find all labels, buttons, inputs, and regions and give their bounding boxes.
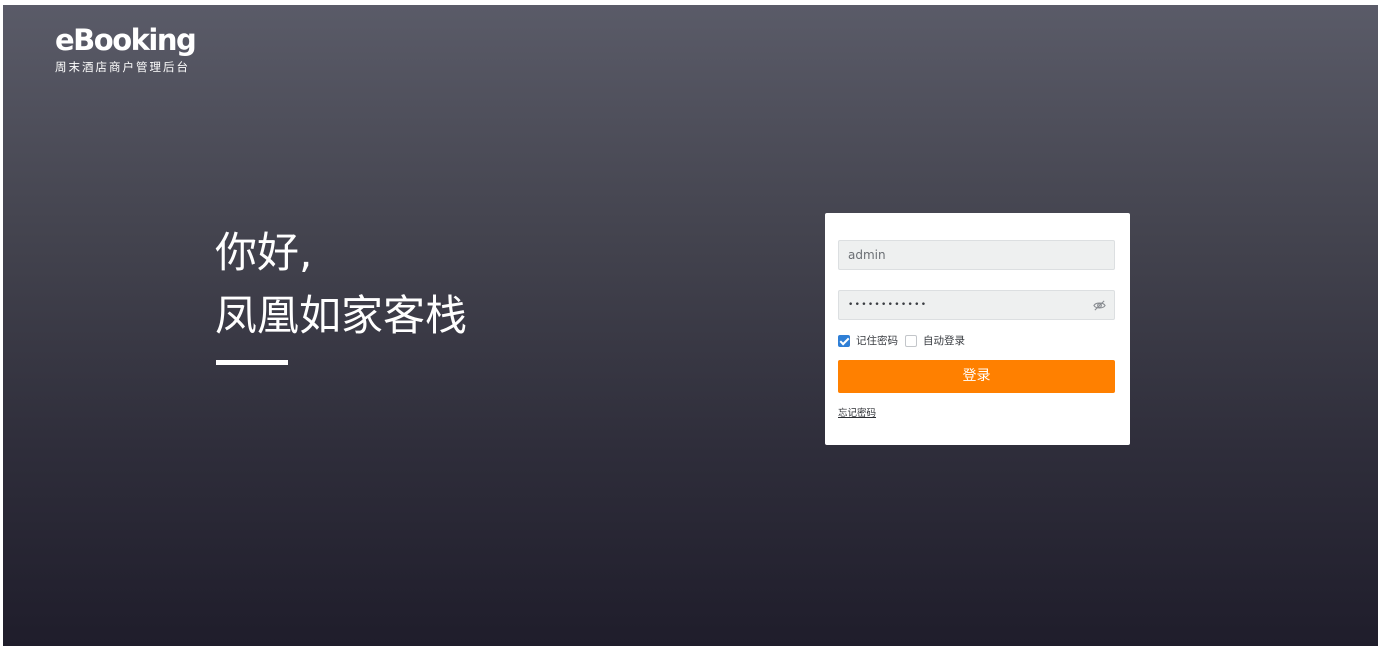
login-page: eBooking 周末酒店商户管理后台 你好, 凤凰如家客栈 记住密码 自动登录… [3, 5, 1378, 646]
username-input[interactable] [839, 241, 1088, 269]
greeting-underline [216, 360, 288, 365]
auto-login-checkbox[interactable] [905, 334, 917, 347]
greeting-line-1: 你好, [215, 228, 313, 277]
eye-slash-icon[interactable] [1093, 299, 1106, 312]
logo-text: eBooking [55, 23, 197, 57]
remember-password-label[interactable]: 记住密码 [856, 333, 898, 348]
login-options: 记住密码 自动登录 [838, 333, 972, 348]
greeting-text: 你好, 凤凰如家客栈 [215, 221, 467, 347]
login-button[interactable]: 登录 [838, 360, 1115, 393]
password-input[interactable] [839, 291, 1088, 319]
login-card: 记住密码 自动登录 登录 忘记密码 [825, 213, 1130, 445]
brand-logo: eBooking 周末酒店商户管理后台 [55, 23, 197, 74]
logo-subtitle: 周末酒店商户管理后台 [55, 60, 190, 74]
greeting-line-2: 凤凰如家客栈 [215, 291, 468, 340]
password-field[interactable] [838, 290, 1115, 320]
remember-password-checkbox[interactable] [838, 334, 850, 347]
auto-login-label[interactable]: 自动登录 [923, 333, 965, 348]
forgot-password-link[interactable]: 忘记密码 [838, 405, 876, 419]
username-field[interactable] [838, 240, 1115, 270]
